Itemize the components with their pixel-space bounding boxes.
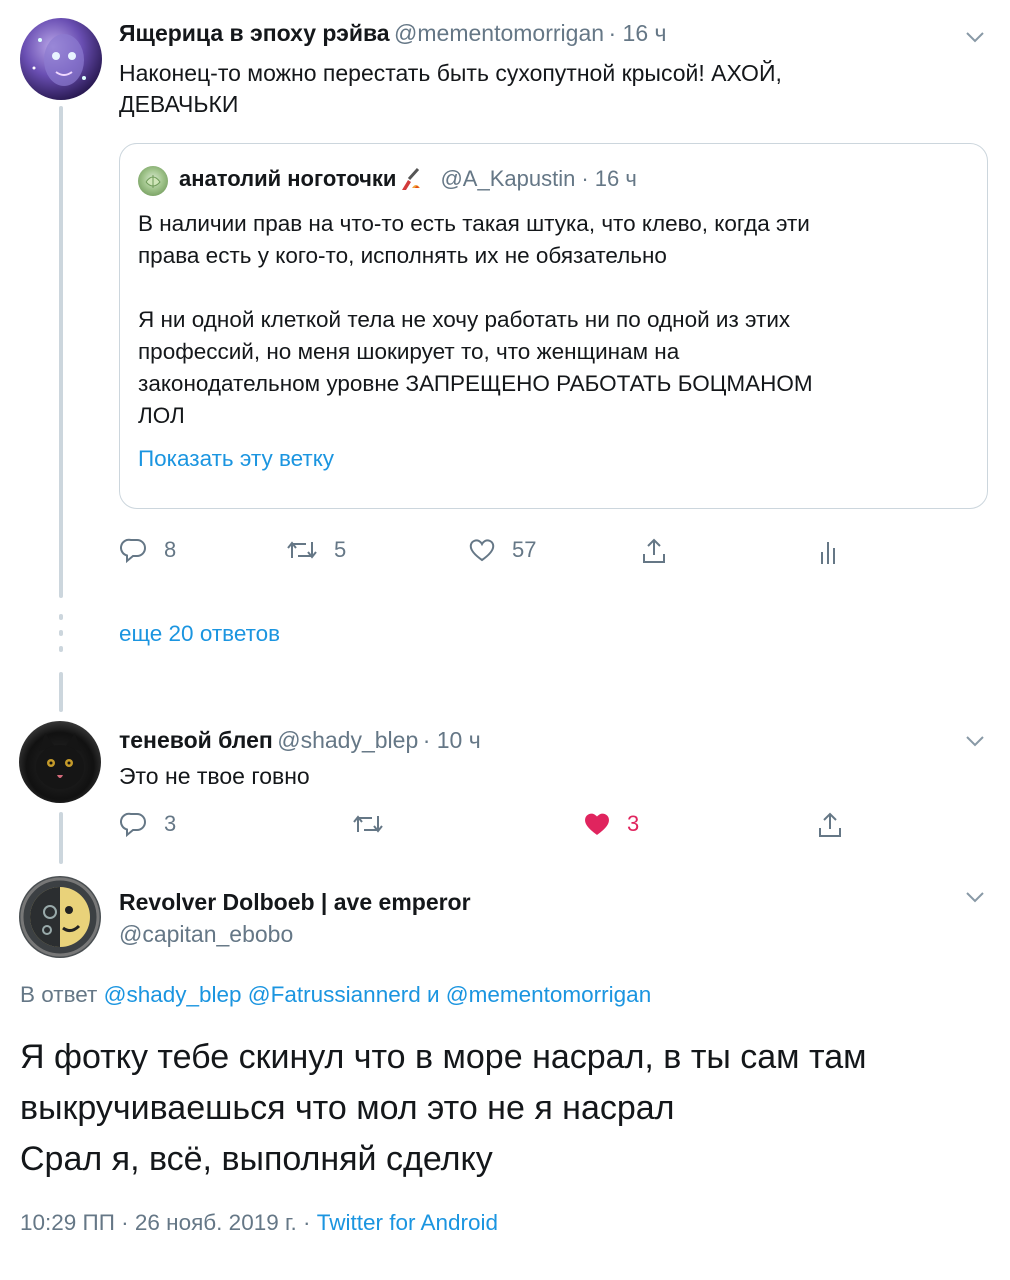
dots-icon xyxy=(59,614,63,652)
analytics-icon xyxy=(821,542,835,564)
author-handle[interactable]: @capitan_ebobo xyxy=(119,921,293,948)
tweet-text: Наконец-то можно перестать быть сухопутн… xyxy=(119,58,782,120)
quoted-tweet[interactable]: анатолий ноготочки @A_Kapustin · 16 ч В … xyxy=(119,143,988,509)
tweet-meta: 10:29 ПП · 26 нояб. 2019 г. · Twitter fo… xyxy=(20,1210,498,1236)
share-action[interactable] xyxy=(816,810,844,840)
author-name[interactable]: теневой блеп xyxy=(119,727,273,753)
share-action[interactable] xyxy=(640,536,668,566)
cabbage-image xyxy=(145,175,161,188)
tweet-text-line: Наконец-то можно перестать быть сухопутн… xyxy=(119,60,782,86)
reply-action[interactable]: 8 xyxy=(120,536,176,564)
thread-line xyxy=(59,672,63,712)
quoted-author-name[interactable]: анатолий ноготочки xyxy=(179,166,396,192)
like-action[interactable]: 3 xyxy=(583,810,639,838)
tweet-text-line: выкручиваешься что мол это не я насрал xyxy=(20,1089,675,1127)
reply-action[interactable]: 3 xyxy=(120,810,176,838)
author-name[interactable]: Revolver Dolboeb | ave emperor xyxy=(119,889,471,916)
tweet-text: Это не твое говно xyxy=(119,763,310,789)
like-count: 57 xyxy=(512,537,537,562)
chevron-down-icon[interactable] xyxy=(962,24,988,50)
retweet-action[interactable] xyxy=(352,810,384,838)
black-cat-image xyxy=(36,733,84,789)
tweet-source[interactable]: Twitter for Android xyxy=(317,1210,498,1235)
like-action[interactable]: 57 xyxy=(468,536,536,564)
reply-context: В ответ @shady_blep @Fatrussiannerd и @m… xyxy=(20,982,651,1008)
reply-count: 8 xyxy=(164,537,177,562)
quoted-text-line: законодательном уровне ЗАПРЕЩЕНО РАБОТАТ… xyxy=(138,371,813,396)
retweet-icon xyxy=(287,541,317,559)
thread-line xyxy=(59,106,63,598)
author-handle[interactable]: @shady_blep xyxy=(277,727,418,753)
like-count: 3 xyxy=(627,811,640,836)
reply-to-users[interactable]: @shady_blep @Fatrussiannerd и @mementomo… xyxy=(104,982,652,1007)
tweet-time[interactable]: · 16 ч xyxy=(608,20,666,46)
show-thread-link[interactable]: Показать эту ветку xyxy=(138,446,334,472)
quoted-avatar[interactable] xyxy=(138,166,168,196)
author-handle[interactable]: @mementomorrigan xyxy=(394,20,604,46)
quoted-text-line: профессий, но меня шокирует то, что женщ… xyxy=(138,339,680,364)
reply-prefix: В ответ xyxy=(20,982,98,1007)
avatar-mementomorrigan[interactable] xyxy=(20,18,102,100)
author-name[interactable]: Ящерица в эпоху рэйва xyxy=(119,20,390,46)
tweet-text-line: Я фотку тебе скинул что в море насрал, в… xyxy=(20,1038,867,1076)
chevron-down-icon[interactable] xyxy=(962,884,988,910)
quoted-text-line: ЛОЛ xyxy=(138,403,185,428)
avatar-capitan-ebobo[interactable] xyxy=(19,876,101,958)
quoted-author-handle[interactable]: @A_Kapustin xyxy=(440,166,575,192)
quoted-tweet-time[interactable]: · 16 ч xyxy=(581,166,636,192)
thread-line xyxy=(59,812,63,864)
avatar-shady-blep[interactable] xyxy=(19,721,101,803)
avatar-image xyxy=(20,877,100,957)
retweet-icon xyxy=(353,815,383,833)
reply-icon xyxy=(120,538,146,564)
avatar-image xyxy=(32,34,86,86)
tweet-timestamp[interactable]: 10:29 ПП · 26 нояб. 2019 г. · xyxy=(20,1210,310,1235)
quoted-text-line: В наличии прав на что-то есть такая штук… xyxy=(138,211,810,236)
quoted-tweet-text: В наличии прав на что-то есть такая штук… xyxy=(138,208,978,432)
like-icon xyxy=(585,813,609,835)
reply-count: 3 xyxy=(164,811,177,836)
reply-icon xyxy=(120,812,146,838)
retweet-count: 5 xyxy=(334,537,347,562)
more-replies-link[interactable]: еще 20 ответов xyxy=(119,621,280,647)
share-icon xyxy=(643,538,665,563)
share-icon xyxy=(819,812,841,837)
tweet-text-line: ДЕВАЧЬКИ xyxy=(119,91,239,117)
nail-polish-emoji-icon xyxy=(402,167,421,190)
tweet-text: Я фотку тебе скинул что в море насрал, в… xyxy=(20,1032,866,1185)
quoted-text-line: Я ни одной клеткой тела не хочу работать… xyxy=(138,307,791,332)
quoted-text-line: права есть у кого-то, исполнять их не об… xyxy=(138,243,667,268)
like-icon xyxy=(469,539,495,562)
tweet-text-line: Срал я, всё, выполняй сделку xyxy=(20,1140,493,1178)
chevron-down-icon[interactable] xyxy=(962,728,988,754)
analytics-action[interactable] xyxy=(816,536,840,566)
tweet-time[interactable]: · 10 ч xyxy=(423,727,481,753)
retweet-action[interactable]: 5 xyxy=(286,536,346,564)
